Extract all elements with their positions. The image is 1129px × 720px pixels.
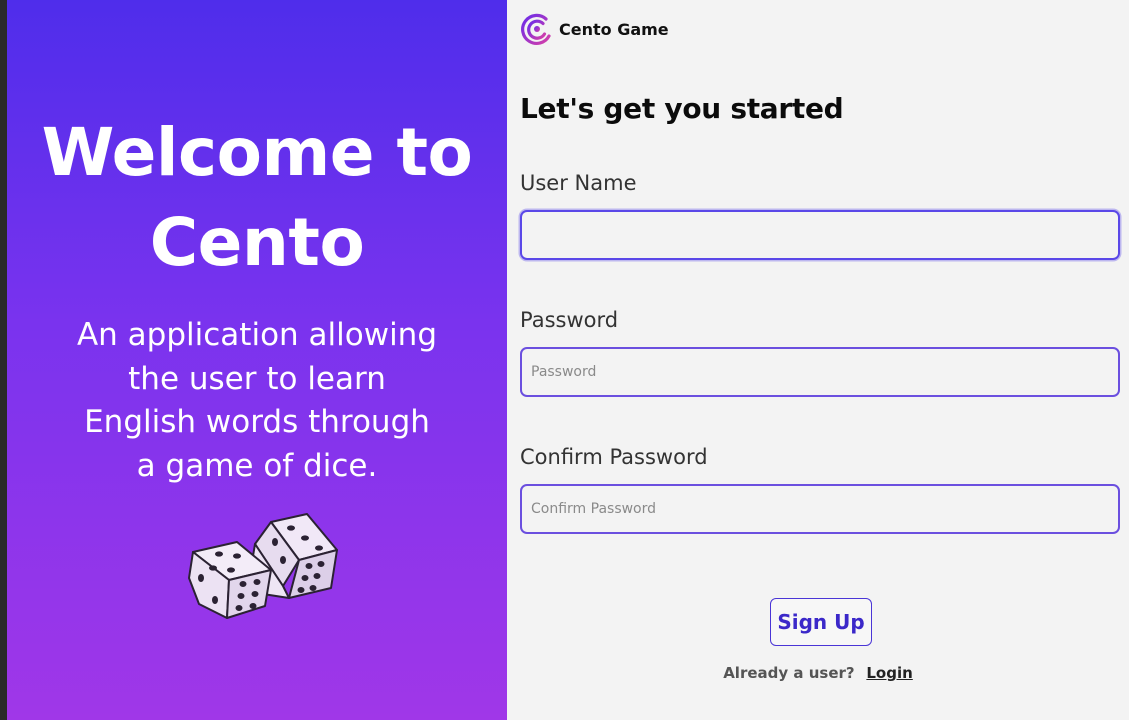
password-label: Password (520, 308, 619, 332)
brand: Cento Game (520, 11, 669, 47)
username-label: User Name (520, 171, 637, 195)
welcome-title: Welcome to Cento (7, 108, 507, 288)
sign-up-button[interactable]: Sign Up (770, 598, 872, 646)
app-description-line: English words through (84, 404, 430, 440)
form-heading: Let's get you started (520, 92, 844, 125)
password-input[interactable] (520, 347, 1120, 397)
window-edge (0, 0, 7, 720)
username-input[interactable] (520, 210, 1120, 260)
cento-logo-icon (521, 13, 552, 46)
welcome-panel: Welcome to Cento An application allowing… (7, 0, 507, 720)
app-description-line: the user to learn (128, 360, 386, 397)
login-prompt: Already a user? (723, 664, 855, 682)
confirm-password-label: Confirm Password (520, 445, 708, 469)
app-description-line: An application allowing (76, 317, 438, 353)
login-row: Already a user? Login (507, 664, 1129, 682)
signup-screen: Welcome to Cento An application allowing… (0, 0, 1129, 720)
app-description-line: a game of dice. (136, 447, 378, 484)
welcome-title-line-1: Welcome to (41, 114, 473, 191)
app-description: An application allowing the user to lear… (47, 314, 467, 488)
welcome-title-line-2: Cento (149, 204, 365, 281)
signup-panel: Cento Game Let's get you started User Na… (507, 0, 1129, 720)
dice-icon (188, 513, 338, 619)
confirm-password-input[interactable] (520, 484, 1120, 534)
brand-name: Cento Game (559, 19, 669, 39)
login-link[interactable]: Login (866, 664, 912, 682)
